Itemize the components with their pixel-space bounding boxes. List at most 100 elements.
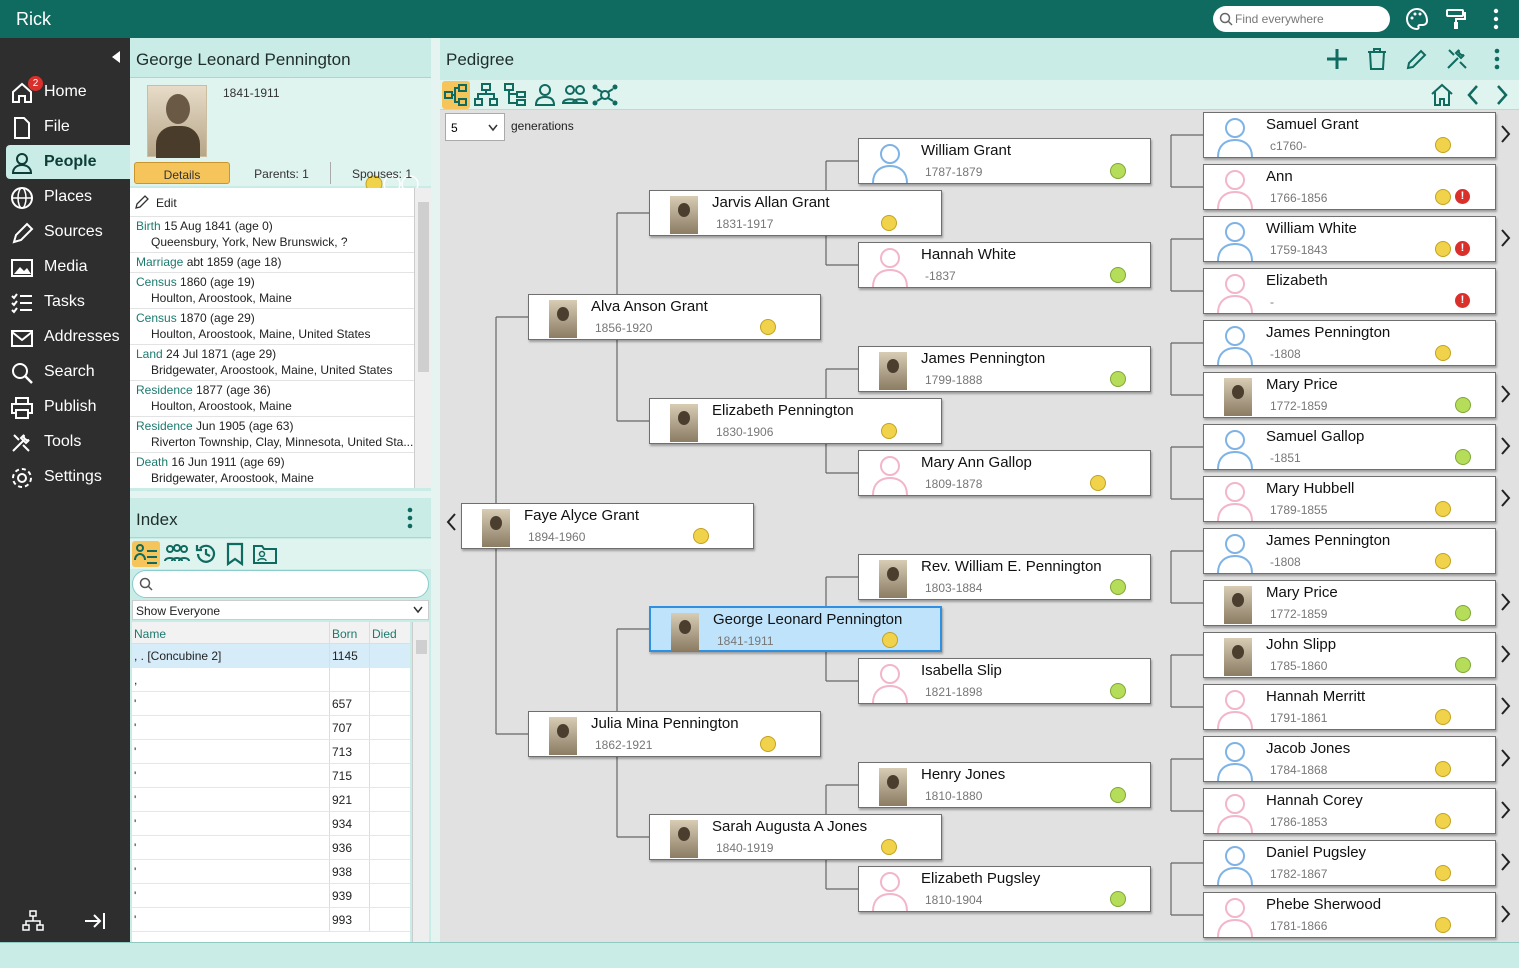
ancestor-nav-arrow[interactable]	[1500, 384, 1512, 404]
hint-bulb-icon[interactable]	[1435, 553, 1451, 569]
nav-addresses[interactable]: Addresses	[6, 320, 130, 354]
nav-sources[interactable]: Sources	[6, 215, 130, 249]
hint-bulb-icon[interactable]	[1435, 761, 1451, 777]
hint-bulb-icon[interactable]	[1435, 241, 1451, 257]
hint-bulb-icon[interactable]	[693, 528, 709, 544]
hint-bulb-icon[interactable]	[1110, 163, 1126, 179]
hint-bulb-icon[interactable]	[1435, 345, 1451, 361]
pedigree-person-card[interactable]: John Slipp 1785-1860	[1203, 632, 1496, 678]
bookmark-icon[interactable]	[226, 542, 244, 566]
more-vertical-icon[interactable]	[404, 506, 416, 530]
event-row[interactable]: Death 16 Jun 1911 (age 69) Bridgewater, A…	[130, 452, 414, 488]
warning-icon[interactable]: !	[1455, 293, 1470, 308]
table-row[interactable]: ' 707	[132, 716, 410, 740]
hint-bulb-icon[interactable]	[1110, 371, 1126, 387]
tab-parents[interactable]: Parents: 1	[233, 162, 331, 184]
table-row[interactable]: ,	[132, 668, 410, 692]
person-portrait[interactable]	[147, 85, 207, 158]
ancestor-nav-arrow[interactable]	[1500, 904, 1512, 924]
nav-publish[interactable]: Publish	[6, 390, 130, 424]
ancestor-nav-arrow[interactable]	[1500, 436, 1512, 456]
hint-bulb-icon[interactable]	[1435, 865, 1451, 881]
child-nav-arrow[interactable]	[445, 512, 457, 532]
nav-file[interactable]: File	[6, 110, 130, 144]
tab-details[interactable]: Details	[134, 162, 230, 184]
pedigree-person-card[interactable]: Samuel Grant c1760-	[1203, 112, 1496, 158]
hint-bulb-icon[interactable]	[1110, 891, 1126, 907]
pedigree-person-card[interactable]: Mary Ann Gallop 1809-1878	[858, 450, 1151, 496]
search-input[interactable]: Find everywhere	[1213, 6, 1390, 32]
pedigree-person-card[interactable]: Hannah White -1837	[858, 242, 1151, 288]
pedigree-person-card[interactable]: Hannah Merritt 1791-1861	[1203, 684, 1496, 730]
table-row[interactable]: ' 715	[132, 764, 410, 788]
warning-icon[interactable]: !	[1455, 241, 1470, 256]
table-row[interactable]: ' 936	[132, 836, 410, 860]
expand-sidebar-icon[interactable]	[84, 910, 106, 932]
pedigree-person-card[interactable]: William Grant 1787-1879	[858, 138, 1151, 184]
hint-bulb-icon[interactable]	[1435, 501, 1451, 517]
hint-bulb-icon[interactable]	[1455, 657, 1471, 673]
ancestor-nav-arrow[interactable]	[1500, 800, 1512, 820]
nav-settings[interactable]: Settings	[6, 460, 130, 494]
index-search-input[interactable]	[132, 570, 429, 598]
table-row[interactable]: ' 993	[132, 908, 410, 932]
table-row[interactable]: ' 657	[132, 692, 410, 716]
ancestor-nav-arrow[interactable]	[1500, 748, 1512, 768]
event-row[interactable]: Residence 1877 (age 36) Houlton, Aroostoo…	[130, 380, 414, 416]
col-header-name[interactable]: Name	[134, 627, 166, 641]
event-row[interactable]: Land 24 Jul 1871 (age 29) Bridgewater, Ar…	[130, 344, 414, 380]
pedigree-person-card[interactable]: Jacob Jones 1784-1868	[1203, 736, 1496, 782]
edit-button[interactable]: Edit	[130, 188, 414, 216]
ancestor-nav-arrow[interactable]	[1500, 124, 1512, 144]
pedigree-person-card[interactable]: William White 1759-1843!	[1203, 216, 1496, 262]
event-row[interactable]: Birth 15 Aug 1841 (age 0) Queensbury, Yor…	[130, 216, 414, 252]
history-icon[interactable]	[194, 542, 218, 566]
hint-bulb-icon[interactable]	[1455, 605, 1471, 621]
hint-bulb-icon[interactable]	[1435, 137, 1451, 153]
pedigree-person-card[interactable]: Elizabeth -!	[1203, 268, 1496, 314]
pedigree-person-card[interactable]: Alva Anson Grant 1856-1920	[528, 294, 821, 340]
nav-places[interactable]: Places	[6, 180, 130, 214]
table-row[interactable]: ' 939	[132, 884, 410, 908]
pedigree-person-card[interactable]: Samuel Gallop -1851	[1203, 424, 1496, 470]
col-header-died[interactable]: Died	[372, 627, 397, 641]
pedigree-person-card[interactable]: George Leonard Pennington 1841-1911	[649, 606, 942, 652]
hint-bulb-icon[interactable]	[760, 736, 776, 752]
nav-home[interactable]: 2 Home	[6, 75, 130, 109]
hint-bulb-icon[interactable]	[1455, 397, 1471, 413]
nav-search[interactable]: Search	[6, 355, 130, 389]
ancestor-nav-arrow[interactable]	[1500, 696, 1512, 716]
pedigree-person-card[interactable]: Mary Price 1772-1859	[1203, 580, 1496, 626]
pedigree-person-card[interactable]: Ann 1766-1856!	[1203, 164, 1496, 210]
event-row[interactable]: Census 1860 (age 19) Houlton, Aroostook, …	[130, 272, 414, 308]
hint-bulb-icon[interactable]	[1110, 579, 1126, 595]
table-row[interactable]: ' 713	[132, 740, 410, 764]
hierarchy-icon[interactable]	[22, 910, 44, 932]
hint-bulb-icon[interactable]	[882, 632, 898, 648]
hint-bulb-icon[interactable]	[1435, 917, 1451, 933]
hint-bulb-icon[interactable]	[881, 839, 897, 855]
index-filter-select[interactable]: Show Everyone	[132, 600, 429, 620]
tab-spouses[interactable]: Spouses: 1	[334, 162, 430, 184]
hint-bulb-icon[interactable]	[1090, 475, 1106, 491]
nav-tools[interactable]: Tools	[6, 425, 130, 459]
pedigree-person-card[interactable]: Henry Jones 1810-1880	[858, 762, 1151, 808]
ancestor-nav-arrow[interactable]	[1500, 852, 1512, 872]
hint-bulb-icon[interactable]	[1110, 267, 1126, 283]
pedigree-person-card[interactable]: Jarvis Allan Grant 1831-1917	[649, 190, 942, 236]
hint-bulb-icon[interactable]	[1455, 449, 1471, 465]
col-header-born[interactable]: Born	[332, 627, 357, 641]
pedigree-person-card[interactable]: Mary Hubbell 1789-1855	[1203, 476, 1496, 522]
pedigree-person-card[interactable]: Faye Alyce Grant 1894-1960	[461, 503, 754, 549]
hint-bulb-icon[interactable]	[1435, 189, 1451, 205]
pedigree-person-card[interactable]: Sarah Augusta A Jones 1840-1919	[649, 814, 942, 860]
hint-bulb-icon[interactable]	[881, 423, 897, 439]
pedigree-person-card[interactable]: Julia Mina Pennington 1862-1921	[528, 711, 821, 757]
pedigree-person-card[interactable]: Hannah Corey 1786-1853	[1203, 788, 1496, 834]
event-row[interactable]: Marriage abt 1859 (age 18)	[130, 252, 414, 272]
palette-icon[interactable]	[1405, 7, 1429, 31]
hint-bulb-icon[interactable]	[881, 215, 897, 231]
table-row[interactable]: , . [Concubine 2] 1145	[132, 644, 410, 668]
collapse-sidebar-icon[interactable]	[110, 50, 122, 64]
hint-bulb-icon[interactable]	[1435, 709, 1451, 725]
